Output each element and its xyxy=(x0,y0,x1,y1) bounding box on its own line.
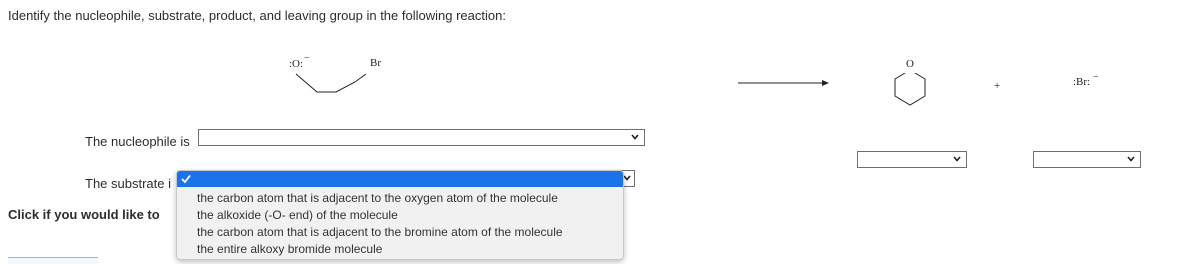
product-select[interactable] xyxy=(857,151,967,168)
reaction-arrow-icon xyxy=(738,80,829,86)
nucleophile-select[interactable] xyxy=(198,129,645,146)
nucleophile-label: The nucleophile is xyxy=(85,134,190,149)
product-ring-oxygen-label: O xyxy=(906,58,914,70)
chevron-down-icon xyxy=(1127,156,1135,162)
dropdown-option-entire-molecule[interactable]: the entire alkoxy bromide molecule xyxy=(197,242,382,256)
bromide-ion-label: :Br: xyxy=(1073,76,1091,88)
oxane-ring xyxy=(894,69,926,106)
dropdown-option-carbon-oxygen[interactable]: the carbon atom that is adjacent to the … xyxy=(197,191,558,205)
dropdown-option-selected[interactable] xyxy=(177,171,623,187)
reactant-oxygen-label: :O: xyxy=(289,58,304,70)
dropdown-option-carbon-bromine[interactable]: the carbon atom that is adjacent to the … xyxy=(197,225,563,239)
chevron-down-icon xyxy=(953,156,961,162)
substrate-label: The substrate i xyxy=(85,176,171,191)
leaving-group-select[interactable] xyxy=(1033,151,1141,168)
reactant-bromine-label: Br xyxy=(370,57,381,69)
reactant-oxygen-charge: − xyxy=(304,53,310,64)
bromide-ion-charge: − xyxy=(1093,72,1099,83)
substrate-dropdown-list[interactable]: the carbon atom that is adjacent to the … xyxy=(176,170,624,260)
plus-sign: + xyxy=(994,80,1001,92)
link-prompt-text[interactable]: Click if you would like to xyxy=(8,207,160,222)
reactant-carbon-chain xyxy=(295,73,367,93)
question-text: Identify the nucleophile, substrate, pro… xyxy=(8,8,506,23)
chevron-down-icon xyxy=(631,134,639,140)
checkmark-icon xyxy=(181,174,191,184)
dropdown-option-alkoxide[interactable]: the alkoxide (-O- end) of the molecule xyxy=(197,208,398,222)
